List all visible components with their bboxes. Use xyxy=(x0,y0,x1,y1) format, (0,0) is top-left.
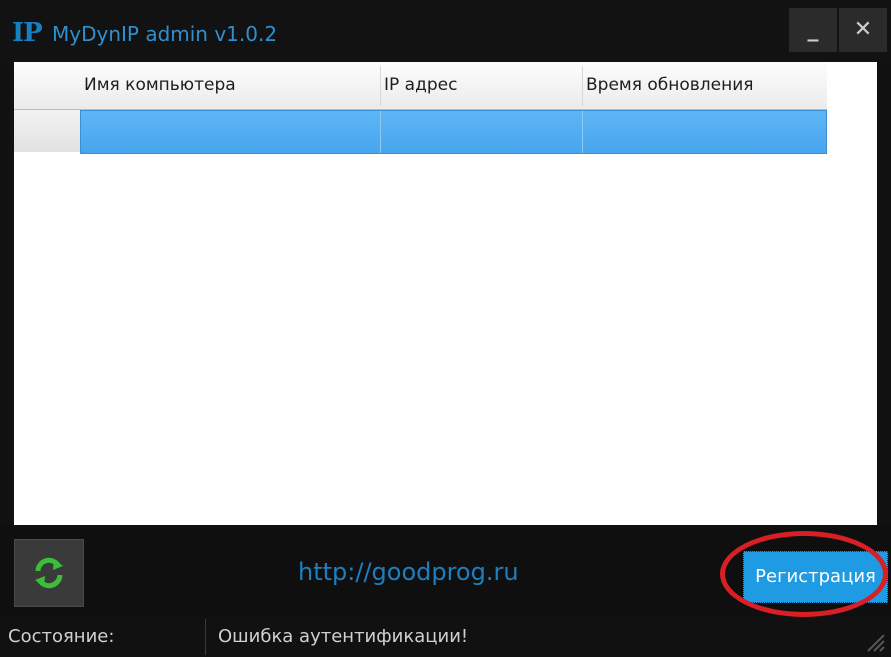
grid-header: Имя компьютера IP адрес Время обновления xyxy=(14,62,827,110)
refresh-icon xyxy=(35,557,63,589)
column-divider[interactable] xyxy=(582,66,583,106)
app-logo-icon: IP xyxy=(12,18,43,48)
row-header[interactable] xyxy=(14,110,81,152)
title-bar[interactable]: IP MyDynIP admin v1.0.2 _ ✕ xyxy=(0,0,891,62)
website-link[interactable]: http://goodprog.ru xyxy=(298,557,519,587)
minimize-button[interactable]: _ xyxy=(789,8,837,52)
column-header-ip-address[interactable]: IP адрес xyxy=(384,62,457,109)
column-divider[interactable] xyxy=(380,66,381,106)
bottom-panel: http://goodprog.ru Регистрация xyxy=(0,525,891,617)
status-divider xyxy=(205,619,206,655)
status-message: Ошибка аутентификации! xyxy=(218,626,469,647)
cell-divider xyxy=(582,111,583,153)
app-window: IP MyDynIP admin v1.0.2 _ ✕ Имя компьюте… xyxy=(0,0,891,657)
window-title: MyDynIP admin v1.0.2 xyxy=(52,22,278,46)
column-header-update-time[interactable]: Время обновления xyxy=(586,62,754,109)
status-bar: Состояние: Ошибка аутентификации! xyxy=(0,617,891,657)
column-header-computer-name[interactable]: Имя компьютера xyxy=(84,62,236,109)
table-row[interactable] xyxy=(80,110,827,154)
status-label: Состояние: xyxy=(8,626,115,647)
refresh-button[interactable] xyxy=(14,539,84,607)
cell-divider xyxy=(380,111,381,153)
resize-grip-icon[interactable] xyxy=(862,629,886,653)
computer-grid[interactable]: Имя компьютера IP адрес Время обновления xyxy=(14,62,877,525)
register-button[interactable]: Регистрация xyxy=(743,551,888,603)
close-button[interactable]: ✕ xyxy=(839,8,887,52)
